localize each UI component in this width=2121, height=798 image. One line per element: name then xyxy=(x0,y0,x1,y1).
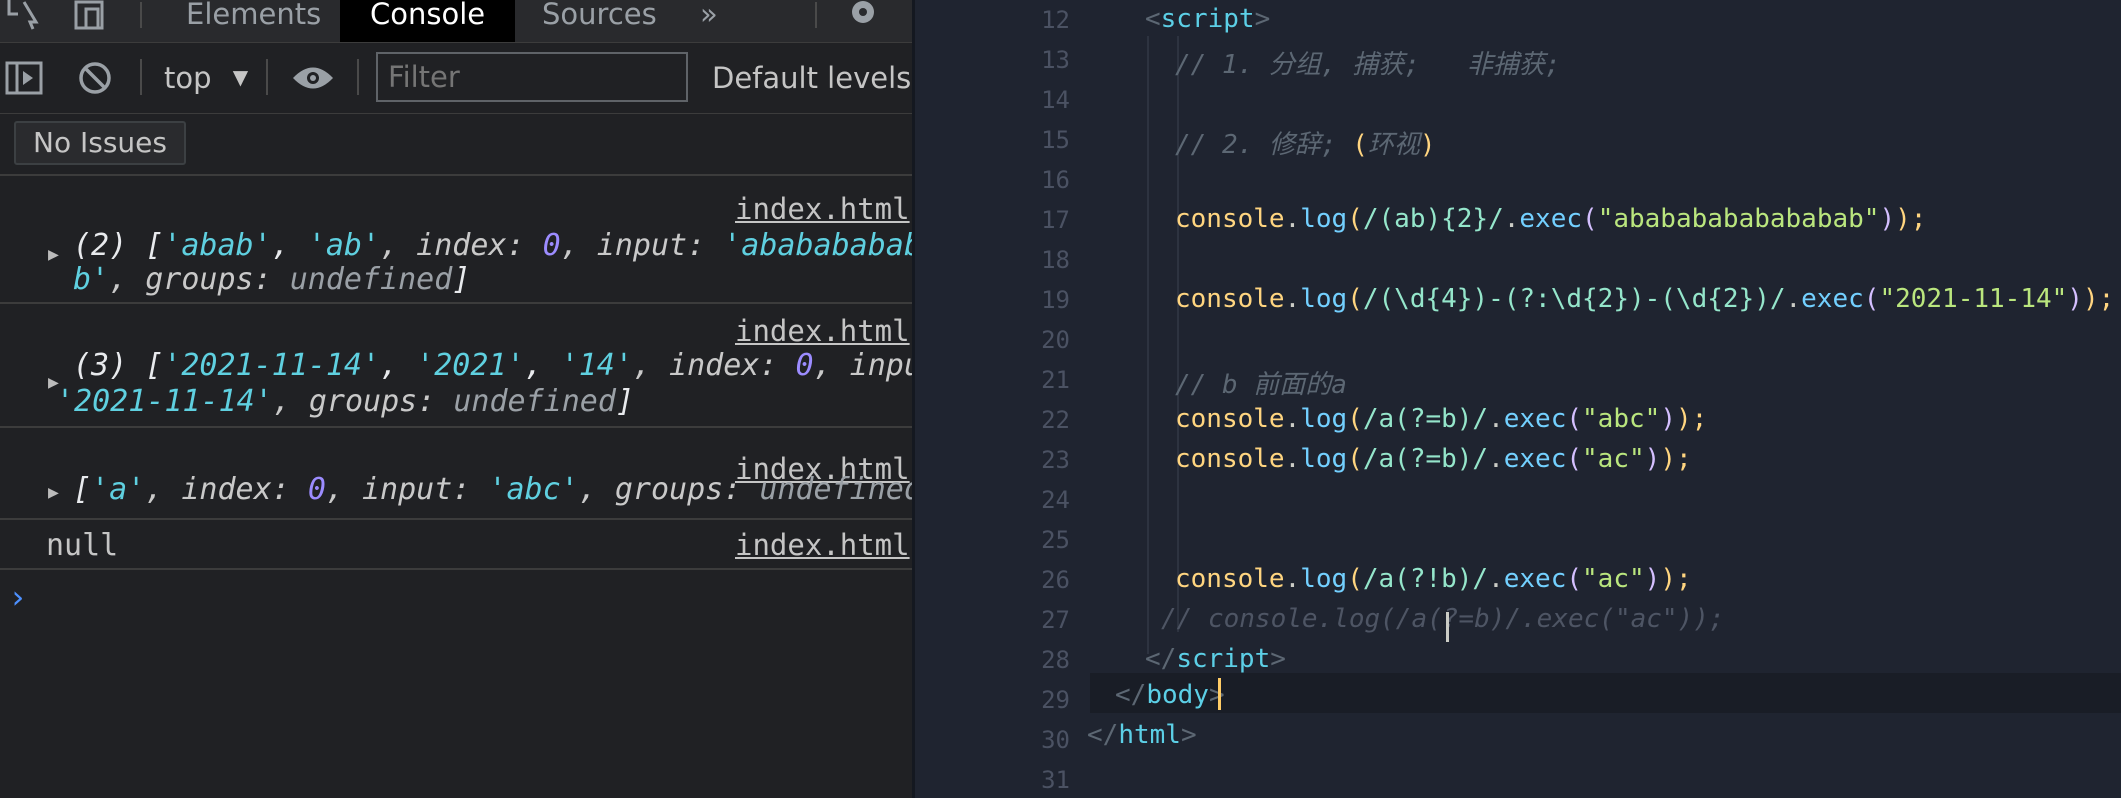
console-message: index.html ▶ (2) ['abab', 'ab', index: 0… xyxy=(0,176,912,304)
code-line: console.log(/(ab){2}/.exec("abababababab… xyxy=(1175,204,1927,234)
line-number: 22 xyxy=(1041,406,1070,434)
line-number: 30 xyxy=(1041,726,1070,754)
code-line: console.log(/(\d{4})-(?:\d{2})-(\d{2})/.… xyxy=(1175,284,2115,314)
console-message: index.html ▶ (3) ['2021-11-14', '2021', … xyxy=(0,302,912,428)
toolbar-separator xyxy=(140,59,142,95)
device-toolbar-icon[interactable] xyxy=(74,0,112,30)
line-number: 21 xyxy=(1041,366,1070,394)
show-sidebar-icon[interactable] xyxy=(5,61,43,95)
line-number: 26 xyxy=(1041,566,1070,594)
code-line: console.log(/a(?=b)/.exec("abc")); xyxy=(1175,404,1708,434)
console-message: index.html null xyxy=(0,518,912,570)
message-line: b', groups: undefined] xyxy=(73,262,471,297)
context-selector[interactable]: top ▼ xyxy=(164,57,248,97)
line-number: 12 xyxy=(1041,6,1070,34)
line-number: 31 xyxy=(1041,766,1070,794)
settings-gear-icon[interactable] xyxy=(845,0,881,30)
code-editor[interactable]: 12 13 14 15 16 17 18 19 20 21 22 23 24 2… xyxy=(912,0,2121,798)
code-line: console.log(/a(?!b)/.exec("ac")); xyxy=(1175,564,1692,594)
line-number: 29 xyxy=(1041,686,1070,714)
console-prompt[interactable]: › xyxy=(8,578,27,616)
line-number: 19 xyxy=(1041,286,1070,314)
toolbar-separator xyxy=(357,59,359,95)
code-line: </script> xyxy=(1145,644,1286,674)
line-number: 16 xyxy=(1041,166,1070,194)
code-comment: // 1. 分组, 捕获; 非捕获; xyxy=(1175,50,1561,80)
line-number: 24 xyxy=(1041,486,1070,514)
code-line: </body> xyxy=(1115,680,1225,710)
line-number: 17 xyxy=(1041,206,1070,234)
inspect-element-icon[interactable] xyxy=(6,0,44,30)
message-line: (3) ['2021-11-14', '2021', '14', index: … xyxy=(73,348,912,383)
message-source-link[interactable]: index.html xyxy=(735,528,910,562)
context-selector-value: top xyxy=(164,61,212,95)
toolbar-separator xyxy=(266,59,268,95)
log-levels-label: Default levels xyxy=(712,61,912,95)
devtools-tab-bar: Elements Console Sources » xyxy=(0,0,912,43)
message-source-link[interactable]: index.html xyxy=(735,314,910,348)
text-cursor-icon xyxy=(1446,612,1449,642)
clear-console-icon[interactable] xyxy=(78,61,112,95)
line-number: 18 xyxy=(1041,246,1070,274)
issues-counter-button[interactable]: No Issues xyxy=(14,121,186,165)
code-comment: // 2. 修辞; (环视) xyxy=(1175,130,1436,160)
log-levels-dropdown[interactable]: Default levels ▼ xyxy=(712,57,912,97)
line-number: 15 xyxy=(1041,126,1070,154)
editor-caret xyxy=(1218,678,1221,710)
line-number: 20 xyxy=(1041,326,1070,354)
null-result: null xyxy=(46,528,119,563)
line-number: 23 xyxy=(1041,446,1070,474)
code-comment: // console.log(/a(?=b)/.exec("ac")); xyxy=(1161,604,1725,634)
line-number: 25 xyxy=(1041,526,1070,554)
line-number: 28 xyxy=(1041,646,1070,674)
toolbar-separator xyxy=(815,2,817,28)
tab-sources[interactable]: Sources xyxy=(520,0,679,42)
line-number: 14 xyxy=(1041,86,1070,114)
message-line: '2021-11-14', groups: undefined] xyxy=(56,384,634,419)
devtools-panel: Elements Console Sources » top ▼ Filter … xyxy=(0,0,912,798)
expand-triangle-icon[interactable]: ▶ xyxy=(48,244,59,265)
message-source-link[interactable]: index.html xyxy=(735,192,910,226)
code-line: </html> xyxy=(1087,720,1197,750)
dropdown-arrow-icon: ▼ xyxy=(232,65,249,89)
code-line: console.log(/a(?=b)/.exec("ac")); xyxy=(1175,444,1692,474)
message-line: ['a', index: 0, input: 'abc', groups: un… xyxy=(73,472,912,507)
more-tabs-icon[interactable]: » xyxy=(700,0,718,42)
tab-elements[interactable]: Elements xyxy=(164,0,343,42)
toolbar-separator xyxy=(140,2,142,28)
line-number: 27 xyxy=(1041,606,1070,634)
console-message: index.html ▶ ['a', index: 0, input: 'abc… xyxy=(0,426,912,520)
current-line-highlight xyxy=(1090,673,2121,713)
console-toolbar: top ▼ Default levels ▼ xyxy=(0,43,912,114)
code-line: <script> xyxy=(1145,4,1271,34)
indent-guide xyxy=(1147,36,1149,654)
line-number: 13 xyxy=(1041,46,1070,74)
code-comment: // b 前面的a xyxy=(1175,370,1347,400)
tab-console[interactable]: Console xyxy=(340,0,516,42)
message-line: (2) ['abab', 'ab', index: 0, input: 'aba… xyxy=(73,228,912,263)
issues-bar: No Issues xyxy=(0,114,912,176)
expand-triangle-icon[interactable]: ▶ xyxy=(48,482,59,503)
console-filter-input[interactable] xyxy=(376,52,688,102)
live-expression-eye-icon[interactable] xyxy=(291,65,335,91)
